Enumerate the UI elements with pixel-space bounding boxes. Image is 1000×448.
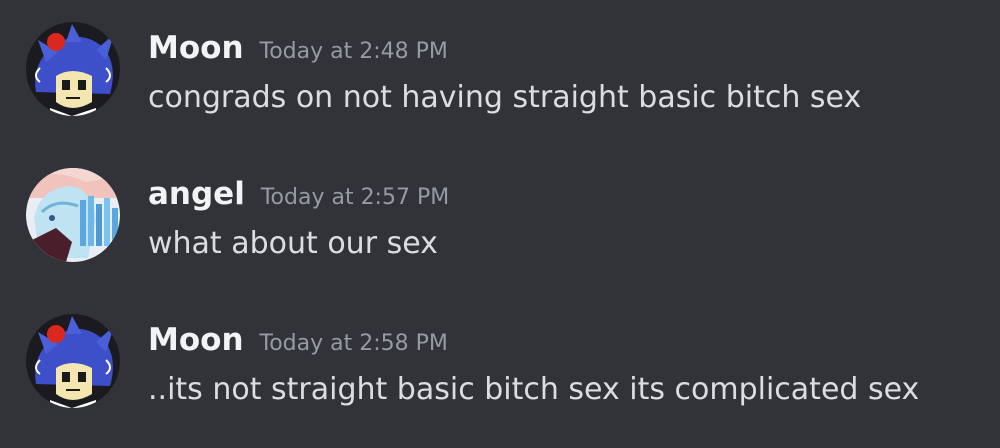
message-header: Moon Today at 2:58 PM (148, 322, 448, 358)
chat-messages: Moon Today at 2:48 PM congrads on not hav… (0, 0, 1000, 448)
username[interactable]: Moon (148, 30, 244, 66)
timestamp[interactable]: Today at 2:58 PM (260, 331, 448, 356)
message-item: angel Today at 2:57 PM what about our sex (0, 168, 1000, 288)
anime-character-light-blue-icon (26, 168, 120, 262)
username[interactable]: Moon (148, 322, 244, 358)
user-avatar[interactable] (26, 314, 120, 408)
anime-character-blue-hair-icon (26, 314, 120, 408)
message-header: Moon Today at 2:48 PM (148, 30, 448, 66)
message-content: congrads on not having straight basic bi… (148, 80, 862, 115)
message-item: Moon Today at 2:48 PM congrads on not hav… (0, 22, 1000, 142)
message-content: ..its not straight basic bitch sex its c… (148, 372, 920, 407)
message-header: angel Today at 2:57 PM (148, 176, 449, 212)
timestamp[interactable]: Today at 2:57 PM (261, 185, 449, 210)
user-avatar[interactable] (26, 168, 120, 262)
message-content: what about our sex (148, 226, 438, 261)
user-avatar[interactable] (26, 22, 120, 116)
anime-character-blue-hair-icon (26, 22, 120, 116)
username[interactable]: angel (148, 176, 245, 212)
timestamp[interactable]: Today at 2:48 PM (260, 39, 448, 64)
message-item: Moon Today at 2:58 PM ..its not straight … (0, 314, 1000, 434)
